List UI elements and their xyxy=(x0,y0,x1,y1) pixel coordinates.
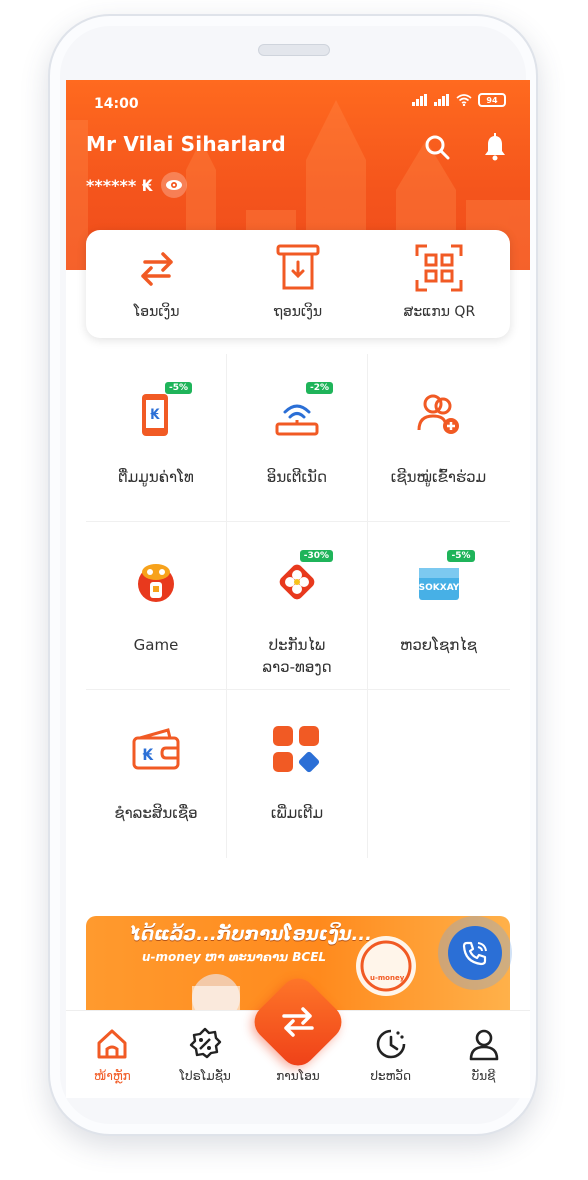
balance: ****** ₭ xyxy=(86,172,187,198)
service-label: ເພີ່ມເຕີມ xyxy=(270,804,324,822)
quick-action-withdraw[interactable]: ຖອນເງິນ xyxy=(227,230,368,338)
nav-label: ໜ້າຫຼັກ xyxy=(94,1069,131,1083)
more-apps-icon xyxy=(267,720,327,780)
atm-withdraw-icon xyxy=(276,244,320,290)
svg-text:SOKXAY: SOKXAY xyxy=(418,583,459,593)
user-name: Mr Vilai Siharlard xyxy=(86,132,286,156)
service-label: ຊຳລະສິນເຊື່ອ xyxy=(114,804,198,822)
promotion-icon xyxy=(189,1027,222,1059)
quick-action-scan-qr[interactable]: ສະແກນ QR xyxy=(369,230,510,338)
status-icons: 94 xyxy=(412,93,506,107)
services-row: Game -30% ປະກັນໄພ ລາວ-ທອງດ SOKXAY -5% ຫວ… xyxy=(86,522,510,690)
service-label: Game xyxy=(133,636,179,654)
discount-badge: -5% xyxy=(164,382,192,394)
wifi-router-icon: -2% xyxy=(267,382,333,444)
svg-text:₭: ₭ xyxy=(142,745,154,764)
nav-label: ປະຫວັດ xyxy=(370,1069,412,1083)
lottery-ticket-icon: SOKXAY -5% xyxy=(409,550,475,612)
quick-action-label: ຖອນເງິນ xyxy=(273,304,323,320)
wallet-loan-icon: ₭ xyxy=(126,720,186,780)
home-icon xyxy=(97,1029,127,1059)
discount-badge: -30% xyxy=(299,550,333,562)
service-more[interactable]: ເພີ່ມເຕີມ xyxy=(227,690,368,858)
nav-account[interactable]: ບັນຊີ xyxy=(437,1011,530,1098)
signal-icon xyxy=(412,94,427,106)
service-invite-friends[interactable]: ເຊີນໝູ່ເຂົ້າຮ່ວມ xyxy=(368,354,509,521)
app-screen: 14:00 94 Mr Vilai Siharlard ****** ₭ ໂອນ… xyxy=(66,80,530,1098)
service-label: ປະກັນໄພ ລາວ-ທອງດ xyxy=(262,636,332,676)
history-icon xyxy=(376,1029,406,1059)
search-icon[interactable] xyxy=(422,132,452,162)
service-label: ຕື່ມມູນຄ່າໂທ xyxy=(118,468,194,486)
nav-label: ບັນຊີ xyxy=(471,1069,496,1083)
discount-badge: -2% xyxy=(305,382,333,394)
quick-actions-card: ໂອນເງິນ ຖອນເງິນ ສະແກນ QR xyxy=(86,230,510,338)
service-label: ອິນເຕີເນັດ xyxy=(266,468,328,486)
game-icon xyxy=(126,552,186,612)
insurance-flower-icon: -30% xyxy=(267,550,333,612)
service-label: ຫວຍໂຊກໄຊ xyxy=(400,636,477,654)
service-phone-topup[interactable]: ₭ -5% ຕື່ມມູນຄ່າໂທ xyxy=(86,354,227,521)
phone-topup-icon: ₭ -5% xyxy=(126,382,192,444)
balance-masked: ****** ₭ xyxy=(86,175,153,195)
svg-text:₭: ₭ xyxy=(150,407,160,423)
services-grid: ₭ -5% ຕື່ມມູນຄ່າໂທ -2% ອິນເຕີເນັດ ເຊີນໝູ… xyxy=(86,354,510,858)
transfer-icon xyxy=(270,998,326,1046)
nav-label: ໂປຣໂມຊັ່ນ xyxy=(179,1069,231,1083)
service-insurance[interactable]: -30% ປະກັນໄພ ລາວ-ທອງດ xyxy=(227,522,368,689)
qr-scan-icon xyxy=(415,244,463,292)
discount-badge: -5% xyxy=(447,550,475,562)
empty-cell xyxy=(368,690,509,858)
nav-home[interactable]: ໜ້າຫຼັກ xyxy=(66,1011,159,1098)
eye-icon[interactable] xyxy=(160,172,187,198)
quick-action-label: ສະແກນ QR xyxy=(403,304,476,320)
service-game[interactable]: Game xyxy=(86,522,227,689)
nav-history[interactable]: ປະຫວັດ xyxy=(344,1011,437,1098)
service-internet[interactable]: -2% ອິນເຕີເນັດ xyxy=(227,354,368,521)
account-icon xyxy=(469,1029,498,1061)
call-support-button[interactable] xyxy=(438,916,512,990)
nav-label: ການໂອນ xyxy=(276,1069,320,1083)
battery-icon: 94 xyxy=(478,93,506,107)
quick-action-transfer[interactable]: ໂອນເງິນ xyxy=(86,230,227,338)
phone-frame: 14:00 94 Mr Vilai Siharlard ****** ₭ ໂອນ… xyxy=(48,14,538,1136)
wifi-icon xyxy=(456,94,472,106)
service-label: ເຊີນໝູ່ເຂົ້າຮ່ວມ xyxy=(390,468,487,486)
quick-action-label: ໂອນເງິນ xyxy=(133,304,180,320)
status-time: 14:00 xyxy=(94,96,139,112)
umoney-logo-text: u-money xyxy=(370,974,405,982)
invite-friends-icon xyxy=(409,384,469,444)
services-row: ₭ ຊຳລະສິນເຊື່ອ ເພີ່ມເຕີມ xyxy=(86,690,510,858)
phone-call-icon xyxy=(448,926,502,980)
services-row: ₭ -5% ຕື່ມມູນຄ່າໂທ -2% ອິນເຕີເນັດ ເຊີນໝູ… xyxy=(86,354,510,522)
nav-promotion[interactable]: ໂປຣໂມຊັ່ນ xyxy=(159,1011,252,1098)
service-loan-payment[interactable]: ₭ ຊຳລະສິນເຊື່ອ xyxy=(86,690,227,858)
signal-icon xyxy=(434,94,449,106)
banner-title: ໄດ້ແລ້ວ...ກັບການໂອນເງິນ... xyxy=(130,924,372,945)
banner-subtitle: u-money ຫາ ທະນາຄານ BCEL xyxy=(142,950,327,964)
transfer-arrows-icon xyxy=(140,252,173,286)
speaker-grille xyxy=(258,44,330,56)
bell-icon[interactable] xyxy=(480,132,510,162)
service-lottery[interactable]: SOKXAY -5% ຫວຍໂຊກໄຊ xyxy=(368,522,509,689)
